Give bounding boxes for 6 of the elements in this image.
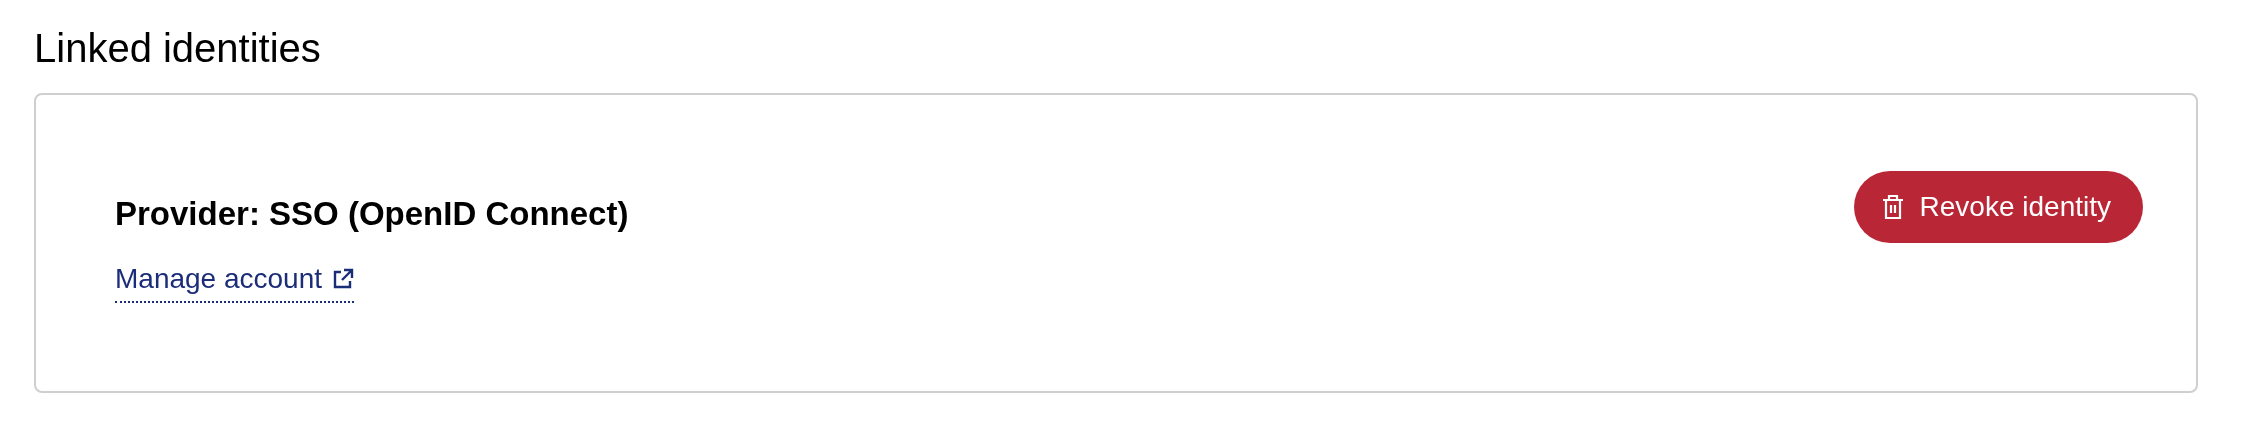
trash-icon [1881, 194, 1904, 220]
manage-account-link[interactable]: Manage account [115, 263, 355, 303]
provider-name: Provider: SSO (OpenID Connect) [115, 195, 629, 233]
revoke-identity-button[interactable]: Revoke identity [1853, 171, 2143, 243]
section-heading: Linked identities [34, 26, 322, 71]
external-link-icon [332, 268, 355, 290]
